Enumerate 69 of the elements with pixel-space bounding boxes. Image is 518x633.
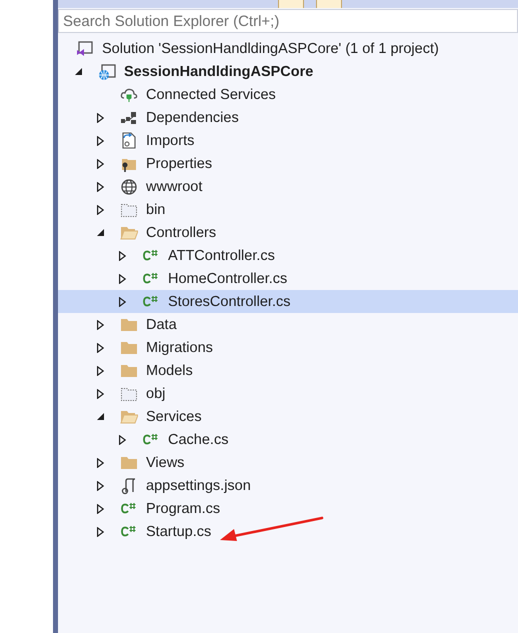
- tree-item[interactable]: Dependencies: [58, 106, 518, 129]
- item-label: Solution 'SessionHandldingASPCore' (1 of 1 project): [102, 40, 439, 56]
- item-label: Migrations: [146, 340, 213, 356]
- item-label: Startup.cs: [146, 524, 212, 540]
- item-label: SessionHandldingASPCore: [124, 64, 314, 80]
- json-file-icon: [120, 476, 138, 494]
- item-label: wwwroot: [146, 178, 202, 194]
- tree-item[interactable]: SessionHandldingASPCore: [58, 60, 518, 83]
- tree-item[interactable]: Migrations: [58, 336, 518, 359]
- tree-item[interactable]: StoresController.cs: [58, 290, 518, 313]
- item-label: bin: [146, 202, 166, 218]
- item-label: Imports: [146, 132, 194, 148]
- item-label: Views: [146, 454, 184, 470]
- item-label: Dependencies: [146, 110, 239, 126]
- item-label: StoresController.cs: [168, 294, 290, 310]
- tree-item[interactable]: Data: [58, 313, 518, 336]
- collapsed-arrow-icon[interactable]: [96, 182, 104, 192]
- tree-item[interactable]: obj: [58, 382, 518, 405]
- collapsed-arrow-icon[interactable]: [96, 136, 104, 146]
- tree-item[interactable]: Models: [58, 359, 518, 382]
- globe-icon: [120, 178, 138, 196]
- expanded-arrow-icon[interactable]: [74, 68, 82, 75]
- tree-item[interactable]: HomeController.cs: [58, 267, 518, 290]
- solution-icon: [76, 40, 94, 58]
- collapsed-arrow-icon[interactable]: [96, 388, 104, 398]
- imports-icon: [120, 132, 138, 150]
- item-label: Controllers: [146, 224, 216, 240]
- item-label: ATTController.cs: [168, 248, 275, 264]
- tree-item[interactable]: bin: [58, 198, 518, 221]
- tree-item[interactable]: Connected Services: [58, 83, 518, 106]
- collapsed-arrow-icon[interactable]: [96, 504, 104, 514]
- tree-item[interactable]: Startup.cs: [58, 520, 518, 543]
- collapsed-arrow-icon[interactable]: [118, 296, 126, 306]
- item-label: Properties: [146, 156, 212, 172]
- collapsed-arrow-icon[interactable]: [96, 112, 104, 122]
- tree-item[interactable]: wwwroot: [58, 175, 518, 198]
- collapsed-arrow-icon[interactable]: [96, 320, 104, 330]
- item-label: Connected Services: [146, 86, 276, 102]
- collapsed-arrow-icon[interactable]: [96, 342, 104, 352]
- tree-item[interactable]: Cache.cs: [58, 428, 518, 451]
- item-label: Cache.cs: [168, 432, 228, 448]
- search-field[interactable]: Search Solution Explorer (Ctrl+;): [58, 9, 518, 33]
- collapsed-arrow-icon[interactable]: [96, 480, 104, 490]
- tree-item[interactable]: Views: [58, 451, 518, 474]
- item-label: obj: [146, 386, 166, 402]
- item-label: Models: [146, 362, 193, 378]
- item-label: appsettings.json: [146, 478, 251, 494]
- web-project-icon: [98, 62, 116, 80]
- item-label: Program.cs: [146, 500, 220, 516]
- tree-item[interactable]: Imports: [58, 129, 518, 152]
- tree-item[interactable]: Properties: [58, 152, 518, 175]
- expanded-arrow-icon[interactable]: [96, 413, 104, 420]
- collapsed-arrow-icon[interactable]: [96, 366, 104, 376]
- collapsed-arrow-icon[interactable]: [118, 274, 126, 284]
- tree-item[interactable]: Services: [58, 405, 518, 428]
- item-label: HomeController.cs: [168, 270, 288, 286]
- collapsed-arrow-icon[interactable]: [118, 434, 126, 444]
- tree-item[interactable]: appsettings.json: [58, 474, 518, 497]
- tree-item[interactable]: Program.cs: [58, 497, 518, 520]
- collapsed-arrow-icon[interactable]: [96, 458, 104, 468]
- item-label: Services: [146, 408, 202, 424]
- item-label: Data: [146, 316, 177, 332]
- expanded-arrow-icon[interactable]: [96, 229, 104, 236]
- collapsed-arrow-icon[interactable]: [118, 250, 126, 260]
- collapsed-arrow-icon[interactable]: [96, 526, 104, 536]
- tree-item[interactable]: Controllers: [58, 221, 518, 244]
- tree-item[interactable]: ATTController.cs: [58, 244, 518, 267]
- collapsed-arrow-icon[interactable]: [96, 204, 104, 214]
- collapsed-arrow-icon[interactable]: [96, 158, 104, 168]
